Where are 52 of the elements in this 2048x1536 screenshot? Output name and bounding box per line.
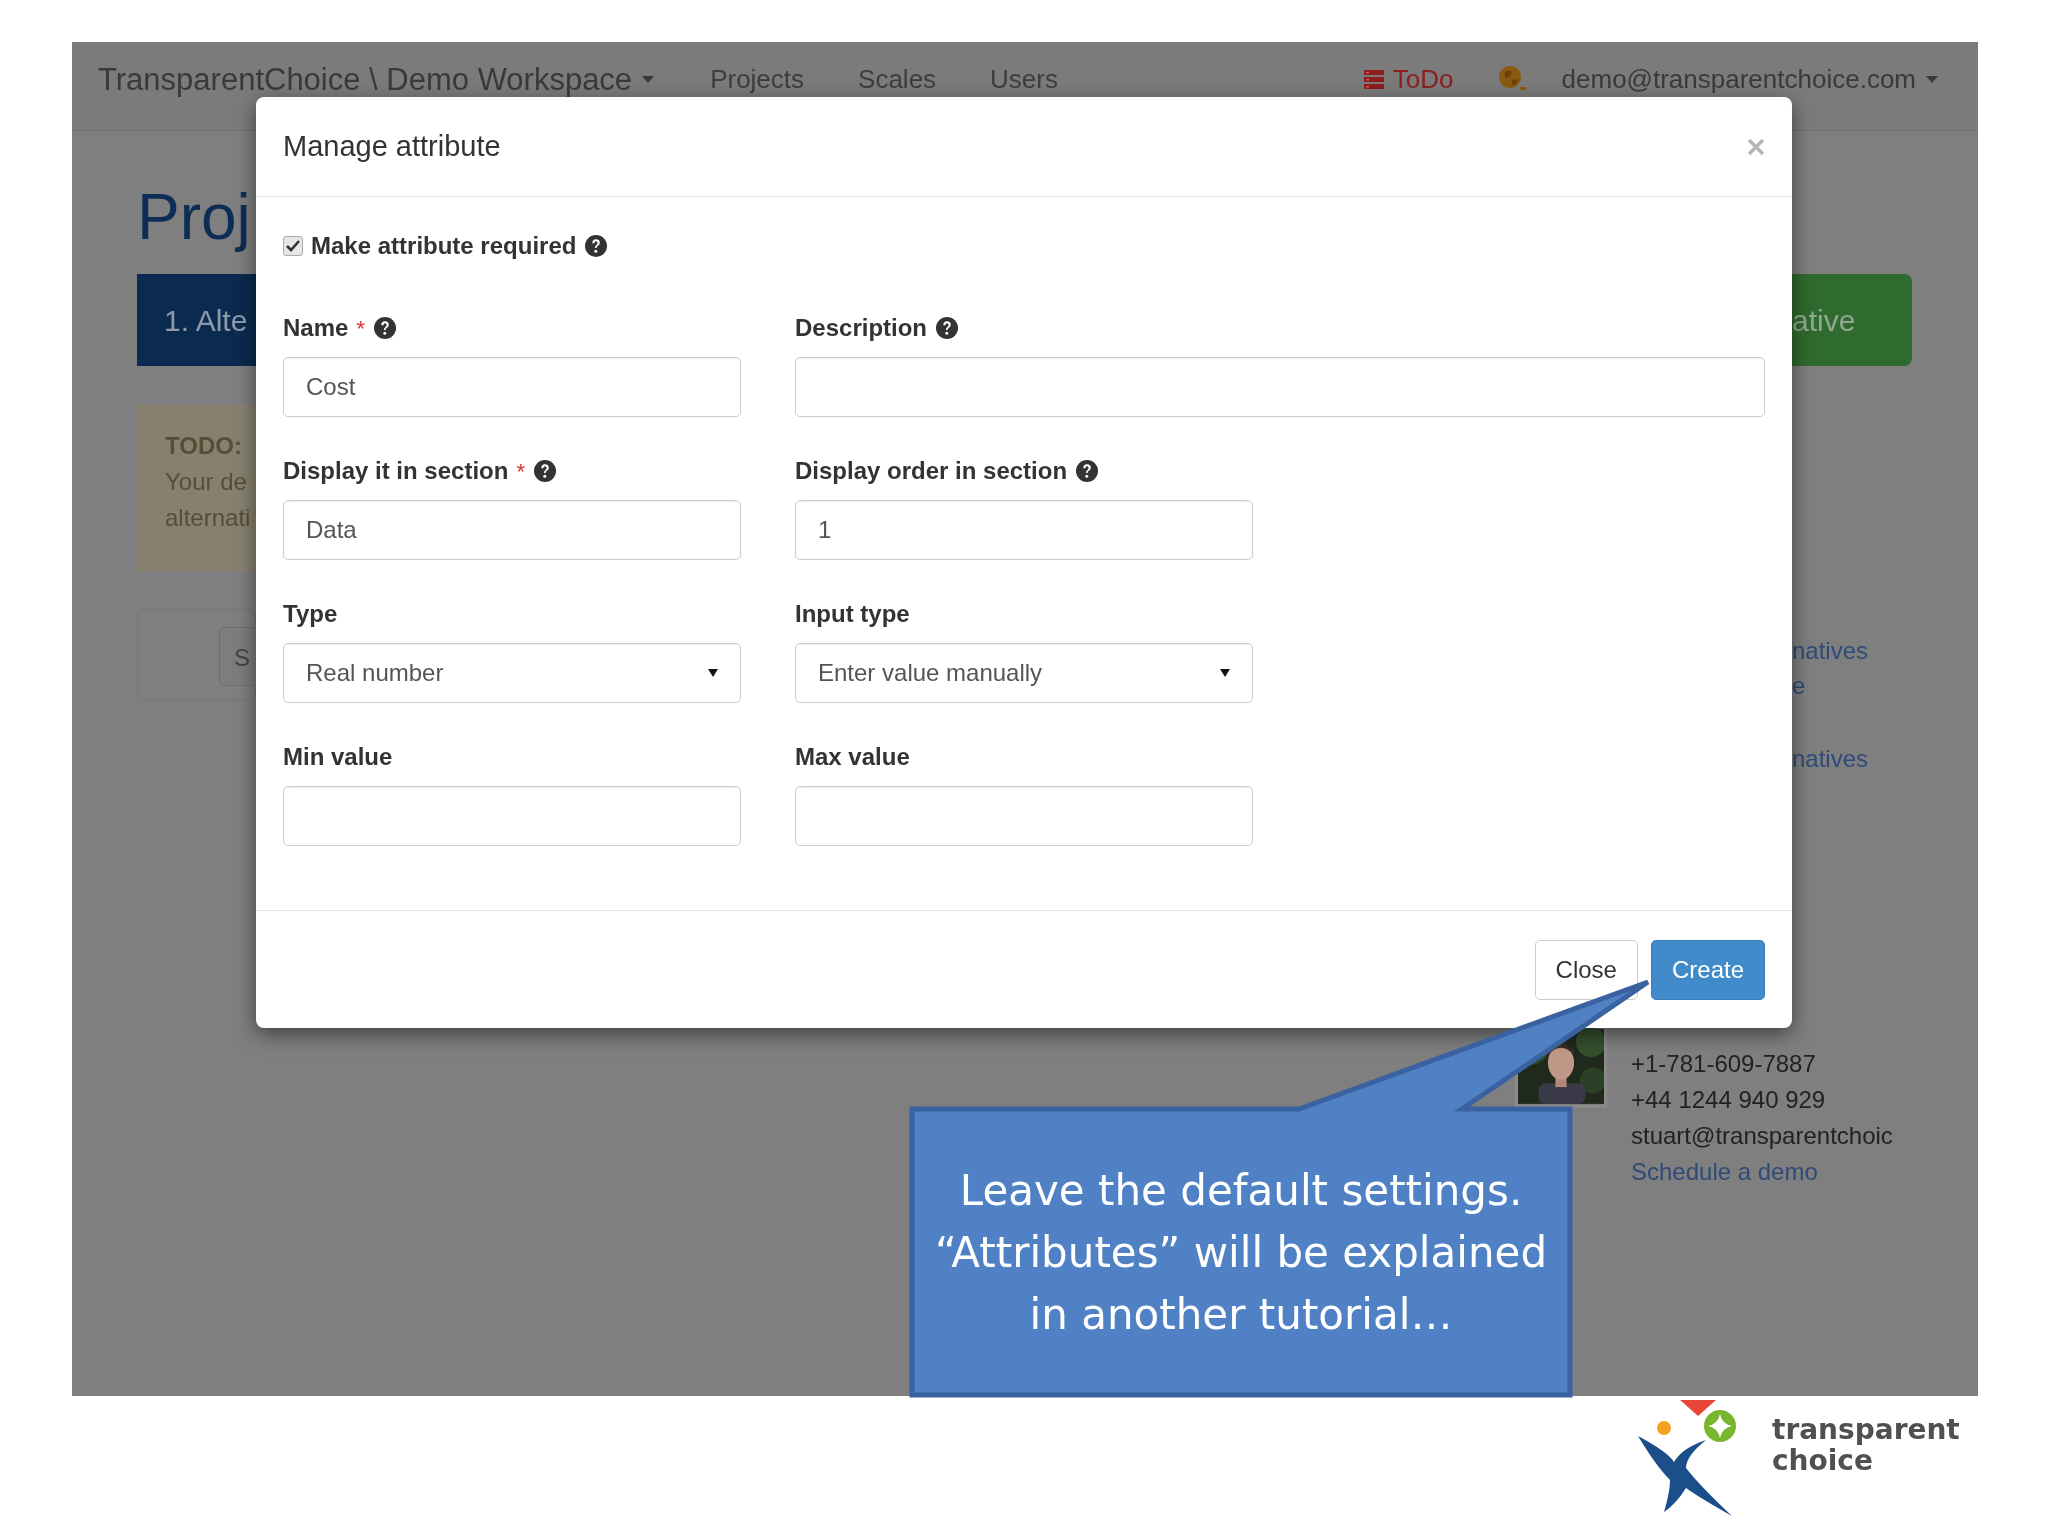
todo-heading: TODO:: [165, 431, 243, 461]
field-label: Display order in section: [795, 456, 1068, 486]
input-field[interactable]: [283, 786, 741, 846]
panel-button[interactable]: S: [219, 627, 259, 686]
caret-icon: [642, 75, 655, 83]
required-mark: *: [356, 314, 365, 343]
input-field[interactable]: Data: [283, 500, 741, 560]
workspace-menu[interactable]: TransparentChoice \ Demo Workspace: [98, 63, 655, 95]
field-label: Input type: [795, 599, 910, 629]
side-link[interactable]: natives: [1792, 741, 1869, 777]
globe-icon: [1497, 65, 1528, 93]
field-label: Display it in section: [283, 456, 509, 486]
callout-text: Leave the default settings. “Attributes” will be explained in another tutorial…: [933, 1165, 1549, 1341]
input-field[interactable]: Cost: [283, 357, 741, 417]
side-link[interactable]: natives: [1792, 633, 1869, 669]
contact-text: +1-781-609-7887: [1631, 1049, 1816, 1079]
help-icon: [584, 234, 609, 258]
nav-link[interactable]: Users: [990, 59, 1058, 99]
required-mark: *: [516, 457, 525, 486]
field-label: Description: [795, 313, 928, 343]
close-button[interactable]: [1747, 137, 1765, 156]
user-menu[interactable]: demo@transparentchoice.com: [1561, 59, 1938, 99]
todo-link[interactable]: ToDo: [1362, 59, 1454, 99]
caret-icon: [708, 669, 718, 677]
close-button[interactable]: Close: [1534, 940, 1638, 1000]
contact-text: +44 1244 940 929: [1631, 1085, 1826, 1115]
nav-link[interactable]: Projects: [710, 59, 805, 99]
logo-text: transparent choice: [1772, 1414, 1960, 1476]
checkbox-label: Make attribute required: [311, 231, 577, 261]
caret-icon: [1220, 669, 1230, 677]
input-field[interactable]: [795, 786, 1253, 846]
side-link[interactable]: e: [1792, 668, 1806, 704]
select-field[interactable]: Real number: [283, 643, 741, 703]
modal-title: Manage attribute: [283, 128, 501, 164]
list-icon: [1362, 68, 1385, 90]
caret-icon: [1926, 75, 1938, 83]
input-field[interactable]: [795, 357, 1765, 417]
input-field[interactable]: 1: [795, 500, 1253, 560]
field-label: Min value: [283, 742, 393, 772]
contact-text: stuart@transparentchoic: [1631, 1121, 1893, 1151]
todo-text: Your de: [165, 467, 248, 497]
nav-link[interactable]: Scales: [858, 59, 937, 99]
create-button[interactable]: Create: [1650, 940, 1765, 1000]
todo-text: alternati: [165, 503, 252, 533]
page-title: Proj: [137, 182, 251, 253]
step-tab[interactable]: 1. Alte: [137, 274, 257, 366]
field-label: Name: [283, 313, 349, 343]
schedule-link[interactable]: Schedule a demo: [1631, 1154, 1818, 1190]
checkbox[interactable]: [283, 236, 303, 256]
field-label: Max value: [795, 742, 910, 772]
field-label: Type: [283, 599, 338, 629]
select-field[interactable]: Enter value manually: [795, 643, 1253, 703]
